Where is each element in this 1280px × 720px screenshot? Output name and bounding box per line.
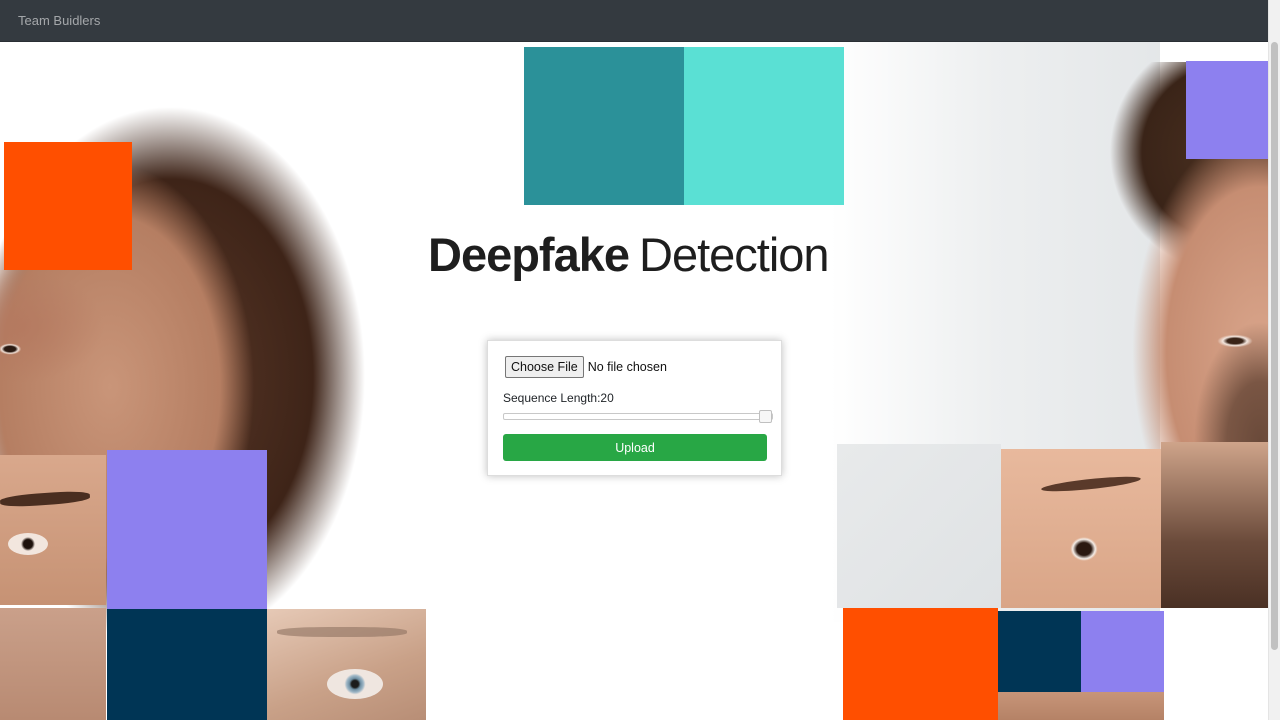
- teal-light-square: [684, 47, 844, 205]
- upload-form-card: Choose File No file chosen Sequence Leng…: [487, 340, 782, 476]
- skin-tile-bottom-right: [998, 692, 1164, 720]
- orange-square-left: [4, 142, 132, 270]
- man-eye-image: [1200, 332, 1260, 350]
- navy-square-right: [998, 611, 1081, 692]
- title-light: Detection: [639, 228, 830, 281]
- violet-square-left: [107, 450, 267, 609]
- scrollbar-thumb[interactable]: [1271, 42, 1278, 650]
- sequence-length-value: 20: [600, 391, 614, 405]
- title-bold: Deepfake: [428, 228, 630, 281]
- sequence-length-slider[interactable]: [503, 410, 773, 424]
- choose-file-button[interactable]: Choose File: [505, 356, 584, 378]
- violet-square-right: [1081, 611, 1164, 692]
- sequence-length-text: Sequence Length:: [503, 391, 601, 405]
- orange-square-right: [843, 608, 998, 720]
- violet-square-top-right: [1186, 61, 1269, 159]
- sequence-length-label: Sequence Length:20: [503, 391, 614, 405]
- file-input[interactable]: Choose File No file chosen: [505, 356, 667, 378]
- navbar: Team Buidlers: [0, 0, 1280, 42]
- slider-thumb[interactable]: [759, 410, 772, 423]
- navy-square-left: [107, 609, 267, 720]
- page-title: Deepfake Detection: [428, 227, 830, 282]
- upload-button[interactable]: Upload: [503, 434, 767, 461]
- brand-link[interactable]: Team Buidlers: [18, 13, 100, 28]
- fog-tile: [837, 444, 1001, 608]
- file-status-text: No file chosen: [587, 360, 667, 374]
- skin-tile: [0, 608, 106, 720]
- eye-tile-left: [0, 455, 106, 605]
- teal-dark-square: [524, 47, 684, 205]
- eye-tile-right: [1001, 449, 1161, 608]
- page-scrollbar[interactable]: [1268, 0, 1280, 720]
- woman-eye-image: [0, 342, 30, 356]
- elderly-eye-tile: [267, 609, 426, 720]
- slider-track[interactable]: [503, 413, 773, 420]
- beard-tile: [1161, 442, 1269, 608]
